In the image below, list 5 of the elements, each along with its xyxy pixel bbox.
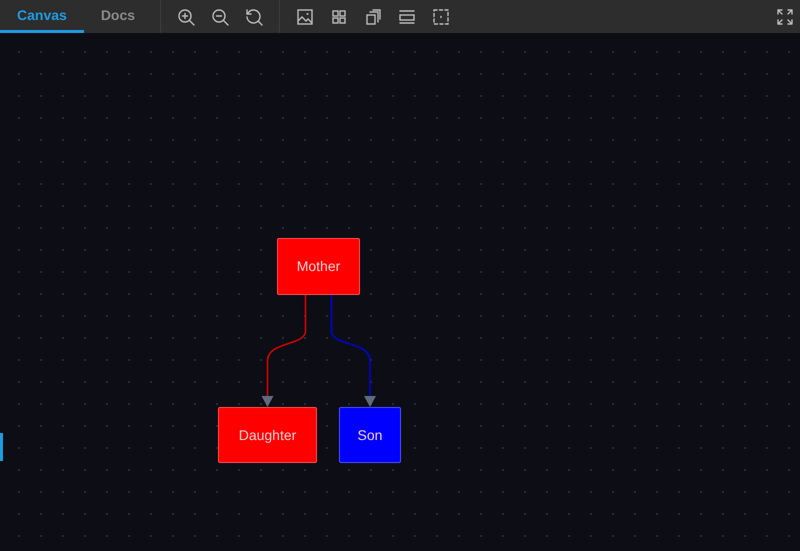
node[interactable]: Son bbox=[339, 407, 401, 463]
node[interactable]: Mother bbox=[277, 238, 360, 295]
tab[interactable]: Docs bbox=[84, 0, 152, 33]
side-handle[interactable] bbox=[0, 433, 3, 461]
node[interactable]: Daughter bbox=[218, 407, 317, 463]
